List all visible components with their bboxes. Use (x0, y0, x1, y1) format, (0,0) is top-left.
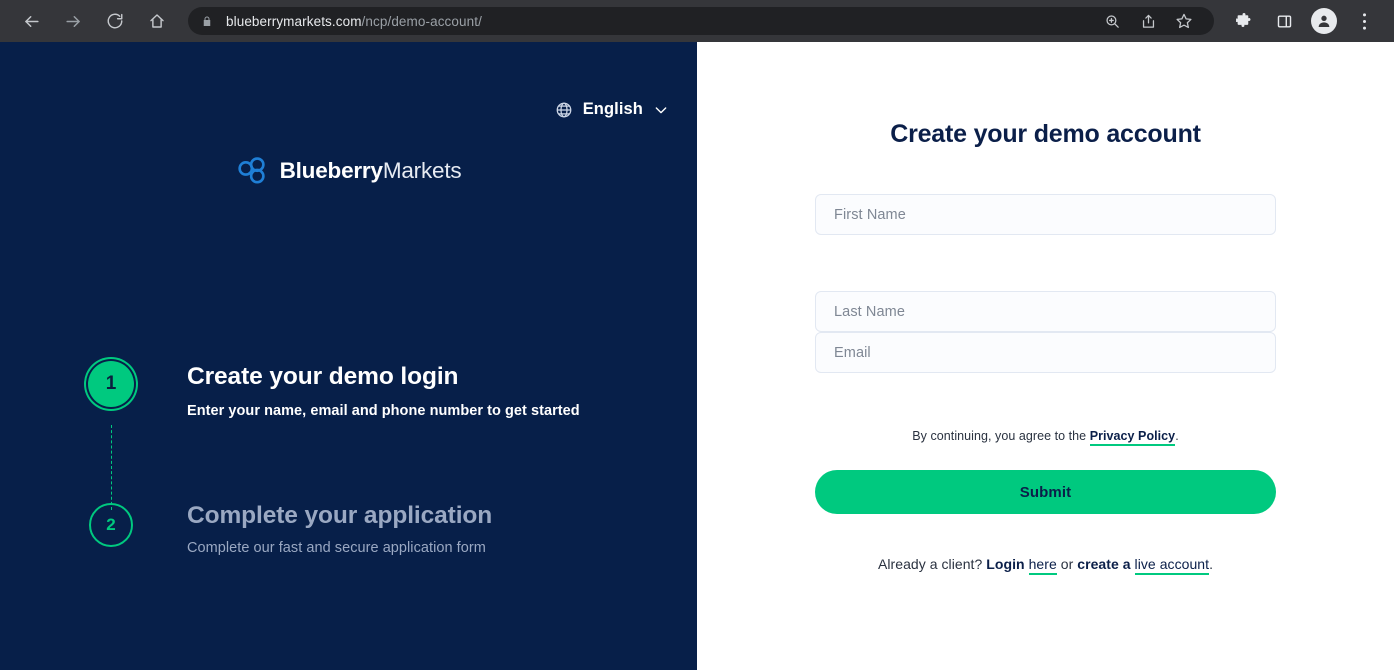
lock-icon (200, 14, 214, 28)
step-2-marker: 2 (79, 496, 143, 554)
login-prefix: Already a client? (877, 556, 987, 572)
brand-name-light: Markets (382, 158, 462, 183)
star-bookmark-icon[interactable] (1169, 6, 1199, 36)
step-1-marker: 1 (79, 355, 143, 413)
globe-icon (555, 101, 573, 119)
home-button[interactable] (142, 6, 172, 36)
language-label: English (582, 100, 643, 118)
steps-spacer (79, 419, 639, 496)
back-button[interactable] (16, 6, 46, 36)
blueberry-circles-logo-icon (236, 154, 270, 188)
brand-name-bold: Blueberry (279, 158, 383, 183)
side-panel-icon[interactable] (1269, 6, 1299, 36)
create-account-bold-label: create a (1077, 556, 1131, 572)
avatar (1311, 8, 1337, 34)
step-item-1: 1 Create your demo login Enter your name… (79, 355, 639, 419)
live-account-link[interactable]: live account (1134, 556, 1210, 575)
omnibox-actions (1086, 6, 1202, 36)
brand-logo: BlueberryMarkets (0, 154, 697, 188)
language-selector[interactable]: English (549, 96, 675, 123)
reload-button[interactable] (100, 6, 130, 36)
url-path: /ncp/demo-account/ (361, 13, 482, 29)
login-mid: or (1056, 556, 1078, 572)
step-1-number: 1 (88, 361, 134, 407)
brand-name: BlueberryMarkets (280, 158, 462, 184)
email-field[interactable]: Email (815, 332, 1276, 373)
submit-button[interactable]: Submit (815, 470, 1276, 514)
signup-form-panel: Create your demo account First Name Last… (697, 42, 1394, 670)
step-2-subtitle: Complete our fast and secure application… (187, 540, 486, 556)
step-1-subtitle: Enter your name, email and phone number … (187, 403, 580, 419)
profile-avatar-icon[interactable] (1309, 6, 1339, 36)
chrome-right-actions (1218, 6, 1384, 36)
step-1-body: Create your demo login Enter your name, … (143, 355, 580, 419)
last-name-field[interactable]: Last Name (815, 291, 1276, 332)
url-text: blueberrymarkets.com/ncp/demo-account/ (226, 14, 482, 29)
existing-client-notice: Already a client? Login here or create a… (815, 556, 1276, 575)
step-2-title: Complete your application (187, 502, 493, 529)
step-2-body: Complete your application Complete our f… (143, 496, 492, 556)
three-dot-menu-icon[interactable] (1349, 6, 1379, 36)
chevron-down-icon (653, 102, 669, 118)
left-info-panel: English BlueberryMarkets 1 Create your d… (0, 42, 697, 670)
privacy-policy-link[interactable]: Privacy Policy (1089, 429, 1176, 446)
first-name-placeholder: First Name (834, 206, 906, 223)
url-domain: blueberrymarkets.com (226, 13, 362, 29)
login-bold-label: Login (986, 556, 1025, 572)
reload-icon (106, 12, 124, 30)
first-name-field[interactable]: First Name (815, 194, 1276, 235)
step-item-2: 2 Complete your application Complete our… (79, 496, 639, 556)
forward-button[interactable] (58, 6, 88, 36)
login-suffix: . (1209, 556, 1214, 572)
form-container: Create your demo account First Name Last… (815, 42, 1276, 575)
last-name-placeholder: Last Name (834, 303, 906, 320)
zoom-search-icon[interactable] (1097, 6, 1127, 36)
back-arrow-icon (22, 12, 41, 31)
login-here-link[interactable]: here (1028, 556, 1057, 575)
share-icon[interactable] (1133, 6, 1163, 36)
privacy-prefix: By continuing, you agree to the (912, 429, 1090, 443)
steps-list: 1 Create your demo login Enter your name… (79, 355, 639, 556)
step-1-title: Create your demo login (187, 363, 459, 390)
browser-toolbar: blueberrymarkets.com/ncp/demo-account/ (0, 0, 1394, 42)
address-bar[interactable]: blueberrymarkets.com/ncp/demo-account/ (188, 7, 1214, 35)
home-icon (148, 12, 166, 30)
page-title: Create your demo account (890, 120, 1201, 148)
page-content: English BlueberryMarkets 1 Create your d… (0, 42, 1394, 670)
email-placeholder: Email (834, 344, 871, 361)
privacy-policy-notice: By continuing, you agree to the Privacy … (815, 429, 1276, 446)
step-2-number: 2 (89, 503, 133, 547)
puzzle-extensions-icon[interactable] (1229, 6, 1259, 36)
privacy-suffix: . (1175, 429, 1179, 443)
forward-arrow-icon (64, 12, 83, 31)
